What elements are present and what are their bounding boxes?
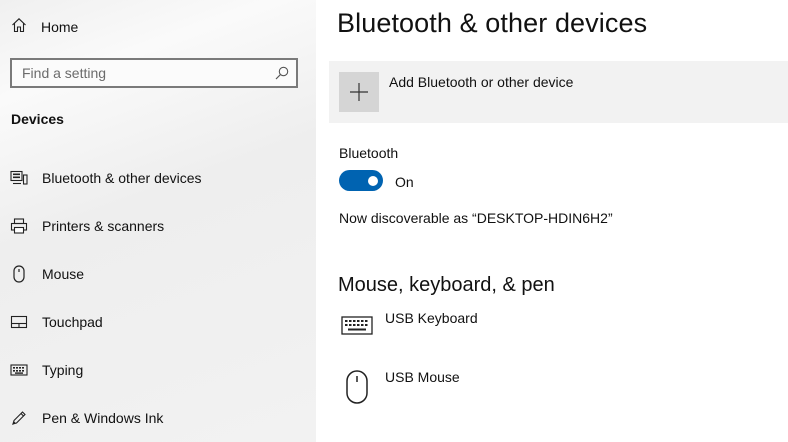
sidebar-item-printers[interactable]: Printers & scanners [10,214,164,238]
sidebar-item-label: Pen & Windows Ink [42,410,164,426]
device-usb-keyboard[interactable]: USB Keyboard [338,310,478,340]
plus-icon [339,72,379,112]
sidebar-item-typing[interactable]: Typing [10,358,83,382]
sidebar-item-label: Mouse [42,266,85,282]
sidebar-item-label: Bluetooth & other devices [42,170,202,186]
search-box[interactable] [10,58,298,88]
printer-icon [10,217,28,235]
keyboard-icon [338,310,376,340]
search-input[interactable] [22,65,262,81]
device-label: USB Keyboard [385,310,478,326]
section-heading-input-devices: Mouse, keyboard, & pen [338,274,555,296]
sidebar-item-bluetooth[interactable]: Bluetooth & other devices [10,166,202,190]
keyboard-icon [10,361,28,379]
add-device-button[interactable]: Add Bluetooth or other device [329,61,788,123]
touchpad-icon [10,313,28,331]
devices-section-title: Devices [11,111,64,127]
bluetooth-devices-icon [10,169,28,187]
mouse-icon [338,369,376,405]
page-title: Bluetooth & other devices [337,8,648,38]
toggle-knob [368,175,378,186]
bluetooth-label: Bluetooth [339,145,399,161]
mouse-icon [10,265,28,283]
sidebar-item-touchpad[interactable]: Touchpad [10,310,103,334]
device-label: USB Mouse [385,369,460,385]
sidebar-item-label: Touchpad [42,314,103,330]
sidebar-item-label: Printers & scanners [42,218,165,234]
discoverable-text: Now discoverable as “DESKTOP-HDIN6H2” [339,210,613,226]
home-label: Home [41,19,79,35]
add-device-label: Add Bluetooth or other device [389,74,574,90]
bluetooth-toggle[interactable] [339,170,383,191]
sidebar: Home Devices Bluetooth & other devices P… [0,0,316,442]
bluetooth-state: On [395,174,414,190]
device-usb-mouse[interactable]: USB Mouse [338,369,460,405]
sidebar-item-label: Typing [42,362,84,378]
sidebar-item-mouse[interactable]: Mouse [10,262,84,286]
sidebar-item-pen[interactable]: Pen & Windows Ink [10,406,163,430]
home-icon [11,17,27,38]
pen-icon [10,409,28,427]
main-content: Bluetooth & other devices Add Bluetooth … [316,0,788,442]
search-icon[interactable] [275,66,289,85]
home-link[interactable]: Home [11,16,78,38]
